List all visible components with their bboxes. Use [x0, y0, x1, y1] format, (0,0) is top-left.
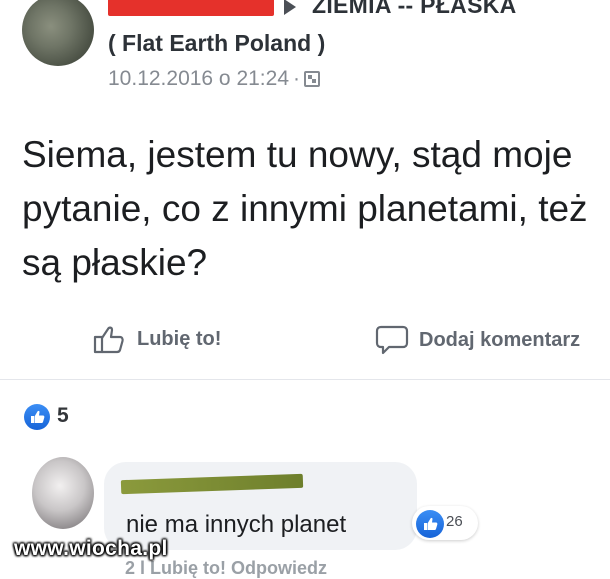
- group-subtitle[interactable]: ( Flat Earth Poland ): [108, 30, 325, 57]
- post-meta: 10.12.2016 o 21:24 ·: [108, 67, 321, 91]
- post-card: ZIEMIA -- PŁASKA ( Flat Earth Poland ) 1…: [0, 0, 610, 380]
- comment-label: Dodaj komentarz: [419, 328, 581, 351]
- like-label: Lubię to!: [137, 327, 222, 350]
- comment-like-count: 26: [446, 513, 463, 530]
- thumbs-up-mini-icon: [423, 517, 437, 530]
- author-name-redacted: [108, 0, 274, 16]
- post-body-text: Siema, jestem tu nowy, stąd moje pytanie…: [22, 134, 588, 283]
- like-button[interactable]: Lubię to!: [93, 324, 221, 354]
- watermark: www.wiocha.pl: [14, 537, 168, 560]
- group-privacy-icon: [304, 71, 321, 87]
- commenter-avatar[interactable]: [32, 457, 94, 529]
- reaction-count[interactable]: 5: [57, 404, 69, 428]
- comment-button[interactable]: Dodaj komentarz: [375, 324, 580, 356]
- thumbs-up-icon: [93, 326, 124, 354]
- speech-bubble-icon: [375, 325, 409, 355]
- comment-text: nie ma innych planet: [126, 511, 347, 538]
- reactions-summary[interactable]: 5: [0, 392, 610, 442]
- meta-separator: ·: [293, 67, 301, 90]
- post-timestamp[interactable]: 10.12.2016 o 21:24: [108, 67, 289, 90]
- comment-sub-actions[interactable]: 2 l Lubię to! Odpowiedz: [125, 558, 327, 579]
- group-name-link[interactable]: ZIEMIA -- PŁASKA: [312, 0, 517, 19]
- author-avatar[interactable]: [22, 0, 94, 66]
- thumbs-up-mini-icon: [30, 410, 44, 423]
- like-reaction-icon: [24, 404, 50, 430]
- arrow-right-icon: [284, 0, 296, 15]
- post-actions-bar: Lubię to! Dodaj komentarz: [0, 318, 610, 364]
- comment-like-icon: [416, 510, 444, 538]
- section-divider: [0, 379, 610, 380]
